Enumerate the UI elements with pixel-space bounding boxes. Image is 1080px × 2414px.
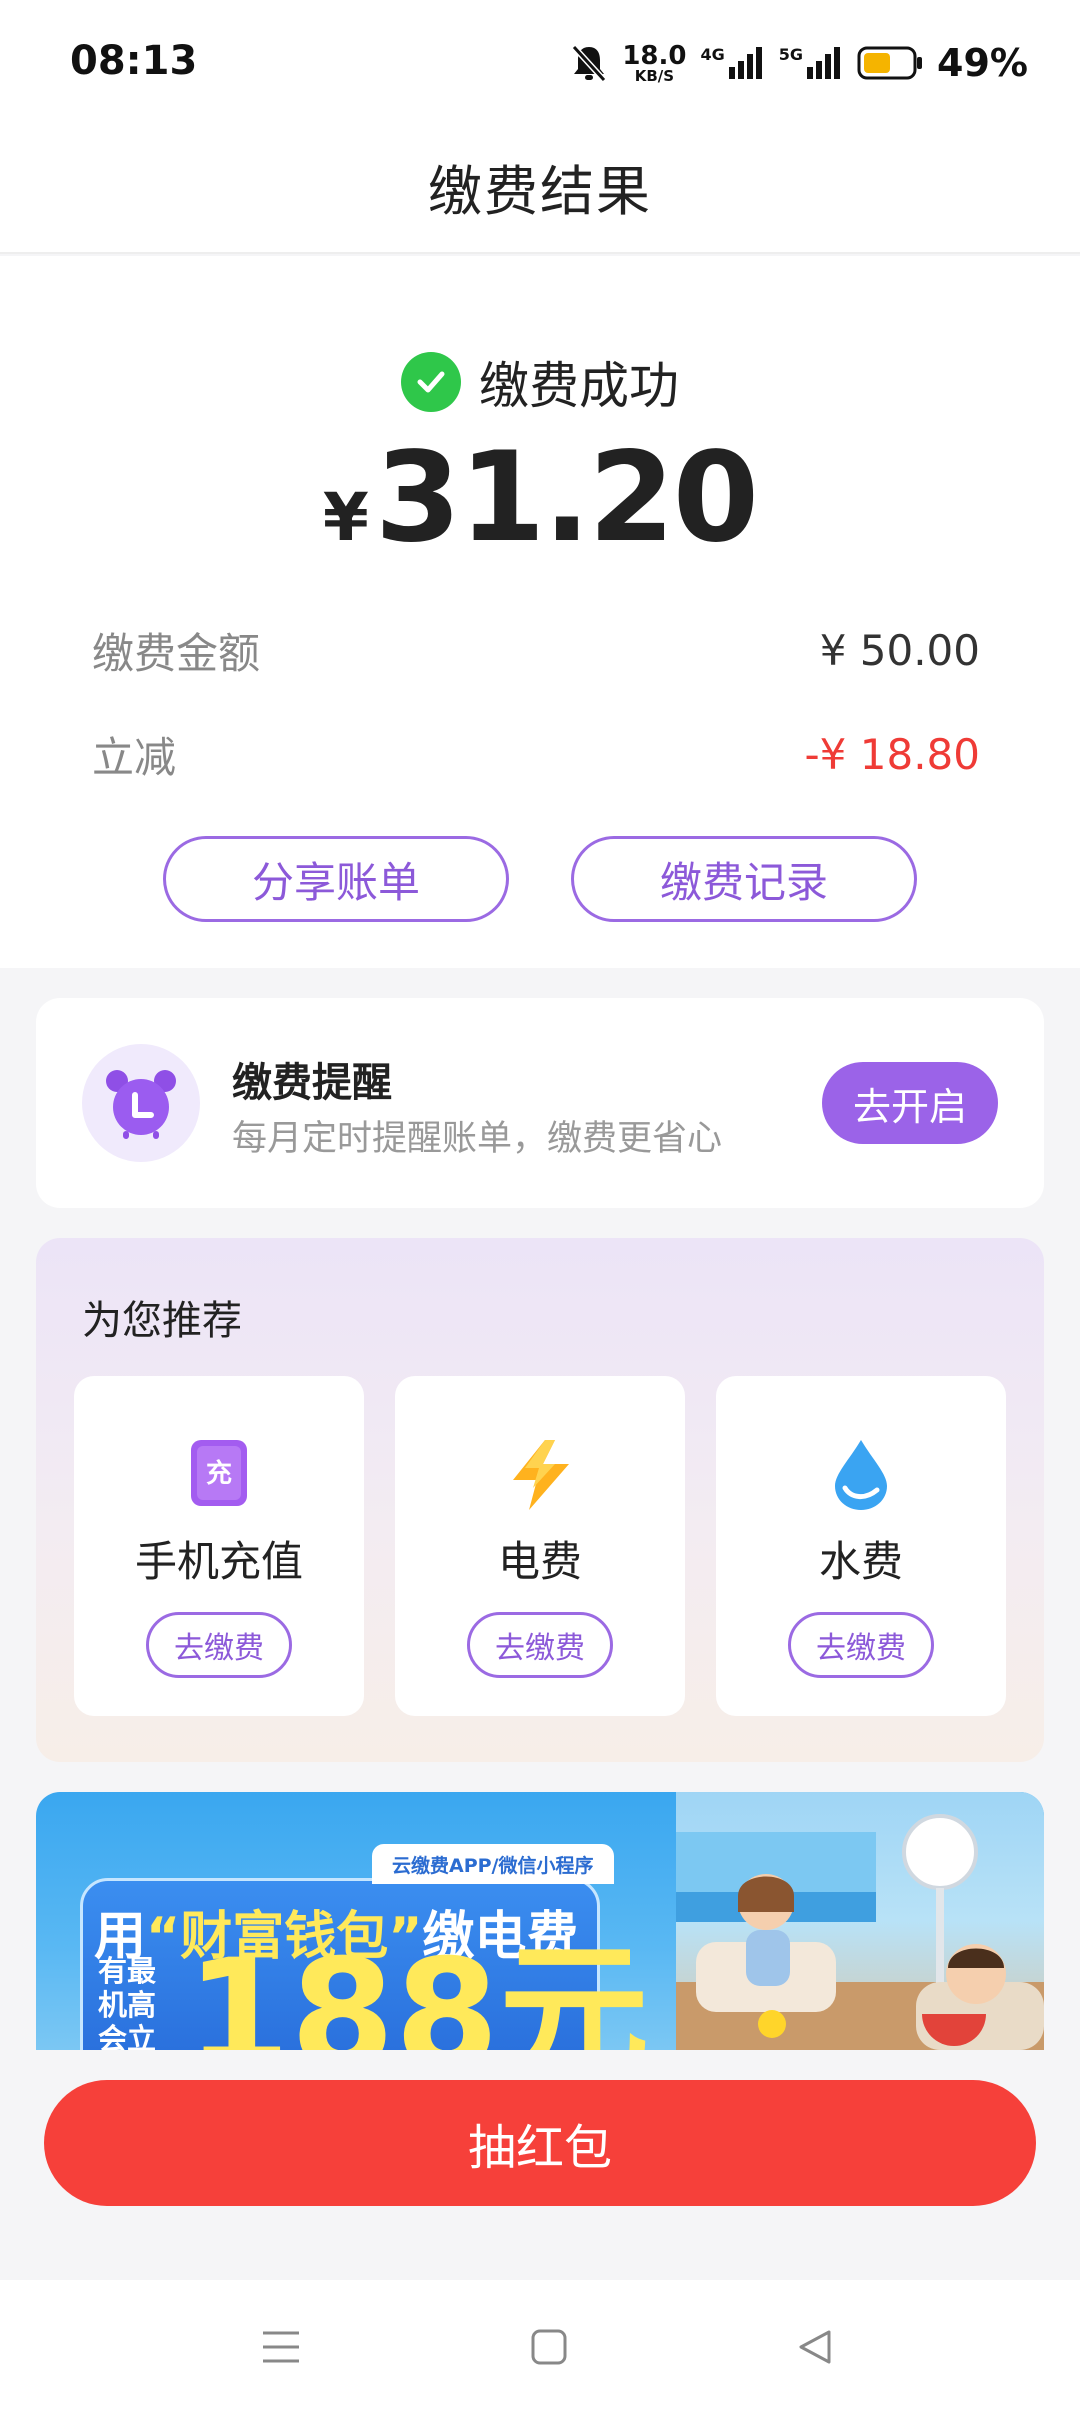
battery-percent: 49% (937, 41, 1028, 85)
pay-button[interactable]: 去缴费 (788, 1612, 934, 1678)
home-square-icon[interactable] (524, 2322, 574, 2372)
detail-label: 立减 (92, 733, 177, 782)
network-speed-value: 18.0 (622, 40, 687, 71)
status-time: 08:13 (70, 38, 198, 84)
detail-row-payment-amount: 缴费金额 ¥ 50.00 (92, 620, 980, 681)
signal-5g-icon: 5G (779, 45, 843, 81)
paid-amount-value: 31.20 (374, 426, 759, 570)
promo-banner[interactable]: 云缴费APP/微信小程序 用“财富钱包”缴电费 有最机高会立 188元 (36, 1792, 1044, 2050)
bottom-action-area: 抽红包 (0, 2050, 1080, 2280)
detail-row-discount: 立减 -¥ 18.80 (92, 724, 980, 785)
menu-icon[interactable] (256, 2322, 306, 2372)
success-status: 缴费成功 (0, 346, 1080, 418)
signal-4g-icon: 4G (701, 45, 765, 81)
pay-button[interactable]: 去缴费 (146, 1612, 292, 1678)
water-drop-icon (716, 1438, 1006, 1512)
recommend-card-label: 水费 (818, 1537, 903, 1586)
check-circle-icon (401, 352, 461, 412)
mute-bell-icon (570, 43, 608, 83)
status-bar: 08:13 18.0 KB/S 4G 5G 49% (0, 0, 1080, 120)
recommend-list: 充 手机充值 去缴费 电费 去缴费 水费 去缴费 (74, 1376, 1006, 1716)
payment-records-button[interactable]: 缴费记录 (571, 836, 917, 922)
recommend-card-electricity[interactable]: 电费 去缴费 (395, 1376, 685, 1716)
reminder-title: 缴费提醒 (232, 1060, 392, 1106)
svg-text:充: 充 (206, 1458, 232, 1489)
network-speed-unit: KB/S (634, 66, 675, 85)
recommend-card-phone-recharge[interactable]: 充 手机充值 去缴费 (74, 1376, 364, 1716)
network-speed: 18.0 KB/S (622, 43, 686, 84)
phone-recharge-icon: 充 (74, 1438, 364, 1508)
signal-5g-label: 5G (778, 45, 804, 64)
currency-symbol: ¥ (322, 479, 369, 556)
page-header: 缴费结果 (0, 120, 1080, 254)
draw-red-packet-button[interactable]: 抽红包 (44, 2080, 1036, 2206)
recommend-card-water[interactable]: 水费 去缴费 (716, 1376, 1006, 1716)
banner-amount: 188元 (186, 1928, 650, 2050)
signal-4g-label: 4G (700, 45, 725, 64)
battery-icon (857, 46, 923, 80)
alarm-clock-icon (82, 1044, 200, 1162)
recommend-title: 为您推荐 (82, 1298, 242, 1344)
discount-value: -¥ 18.80 (804, 730, 980, 779)
lightning-icon (395, 1438, 685, 1512)
banner-illustration (676, 1792, 1044, 2050)
pay-button[interactable]: 去缴费 (467, 1612, 613, 1678)
banner-source-tag: 云缴费APP/微信小程序 (372, 1844, 614, 1884)
page-title: 缴费结果 (428, 159, 652, 223)
recommend-card-label: 手机充值 (134, 1537, 303, 1586)
enable-reminder-button[interactable]: 去开启 (822, 1062, 998, 1144)
payment-reminder-card: 缴费提醒 每月定时提醒账单，缴费更省心 去开启 (36, 998, 1044, 1208)
result-actions: 分享账单 缴费记录 (0, 836, 1080, 922)
back-triangle-icon[interactable] (790, 2322, 840, 2372)
banner-small-text: 有最机高会立 (98, 1954, 157, 2050)
detail-value: ¥ 50.00 (819, 626, 980, 675)
payment-result-section: 缴费成功 ¥ 31.20 缴费金额 ¥ 50.00 立减 -¥ 18.80 分享… (0, 256, 1080, 968)
success-text: 缴费成功 (479, 357, 679, 415)
paid-amount: ¥ 31.20 (0, 426, 1080, 570)
system-navigation-bar (0, 2280, 1080, 2414)
status-icons: 18.0 KB/S 4G 5G 49% (570, 38, 1028, 88)
recommend-card-label: 电费 (497, 1537, 582, 1586)
share-bill-button[interactable]: 分享账单 (163, 836, 509, 922)
detail-label: 缴费金额 (92, 629, 261, 678)
recommend-section: 为您推荐 充 手机充值 去缴费 电费 去缴费 水费 去缴费 (36, 1238, 1044, 1762)
reminder-subtitle: 每月定时提醒账单，缴费更省心 (232, 1119, 723, 1159)
